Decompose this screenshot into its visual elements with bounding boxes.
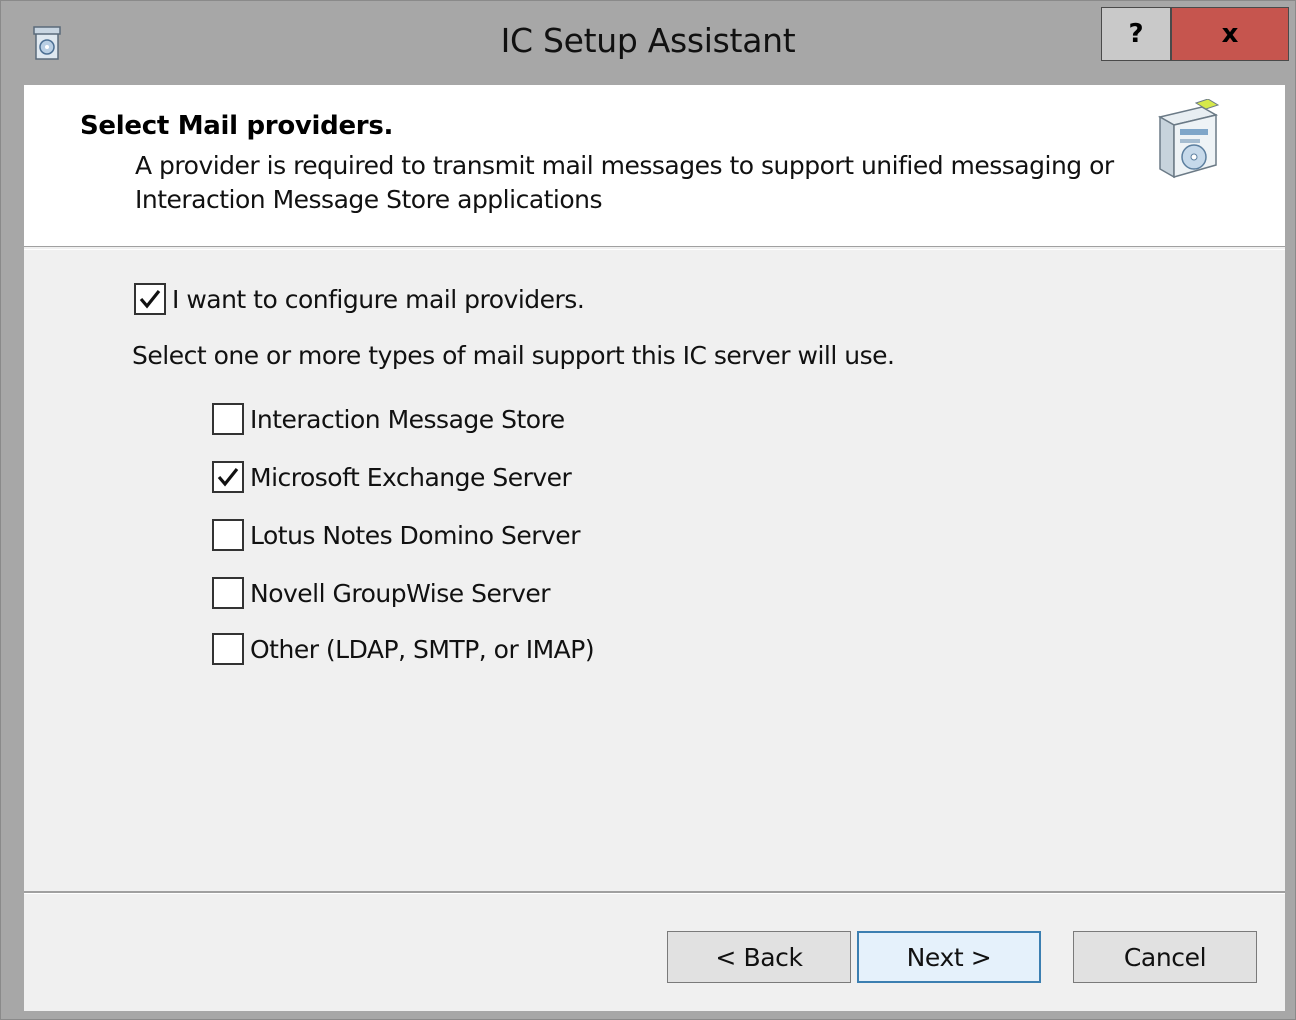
configure-mail-providers-checkbox[interactable] [134,283,166,315]
instruction-text: Select one or more types of mail support… [132,341,895,370]
provider-checkbox[interactable] [212,461,244,493]
help-button[interactable]: ? [1101,7,1171,61]
configure-mail-providers-label: I want to configure mail providers. [172,284,585,314]
provider-option-microsoft-exchange[interactable]: Microsoft Exchange Server [212,461,572,493]
software-box-cd-icon [1152,98,1224,181]
close-button[interactable]: x [1171,7,1289,61]
title-bar[interactable]: IC Setup Assistant ? x [1,1,1295,85]
cancel-button[interactable]: Cancel [1073,931,1257,983]
page-description-line: A provider is required to transmit mail … [135,151,1114,180]
provider-label: Other (LDAP, SMTP, or IMAP) [250,634,595,664]
page-description: A provider is required to transmit mail … [135,149,1135,217]
next-button[interactable]: Next > [857,931,1041,983]
provider-label: Interaction Message Store [250,404,565,434]
setup-assistant-window: IC Setup Assistant ? x Select Mail provi… [0,0,1296,1020]
provider-label: Lotus Notes Domino Server [250,520,580,550]
provider-label: Microsoft Exchange Server [250,462,572,492]
provider-checkbox[interactable] [212,403,244,435]
provider-checkbox[interactable] [212,519,244,551]
header-divider [24,249,1285,250]
provider-option-lotus-notes[interactable]: Lotus Notes Domino Server [212,519,580,551]
back-button[interactable]: < Back [667,931,851,983]
wizard-header: Select Mail providers. A provider is req… [24,85,1285,247]
page-title: Select Mail providers. [80,111,394,141]
provider-checkbox[interactable] [212,577,244,609]
provider-label: Novell GroupWise Server [250,578,551,608]
provider-option-other[interactable]: Other (LDAP, SMTP, or IMAP) [212,633,595,665]
configure-mail-providers-option[interactable]: I want to configure mail providers. [134,283,585,315]
page-description-line: Interaction Message Store applications [135,185,603,214]
checkmark-icon [139,290,161,309]
footer-divider [24,891,1285,894]
provider-option-novell-groupwise[interactable]: Novell GroupWise Server [212,577,551,609]
provider-option-interaction-message-store[interactable]: Interaction Message Store [212,403,565,435]
dialog-body: Select Mail providers. A provider is req… [24,85,1285,1011]
checkmark-icon [217,468,239,487]
provider-checkbox[interactable] [212,633,244,665]
